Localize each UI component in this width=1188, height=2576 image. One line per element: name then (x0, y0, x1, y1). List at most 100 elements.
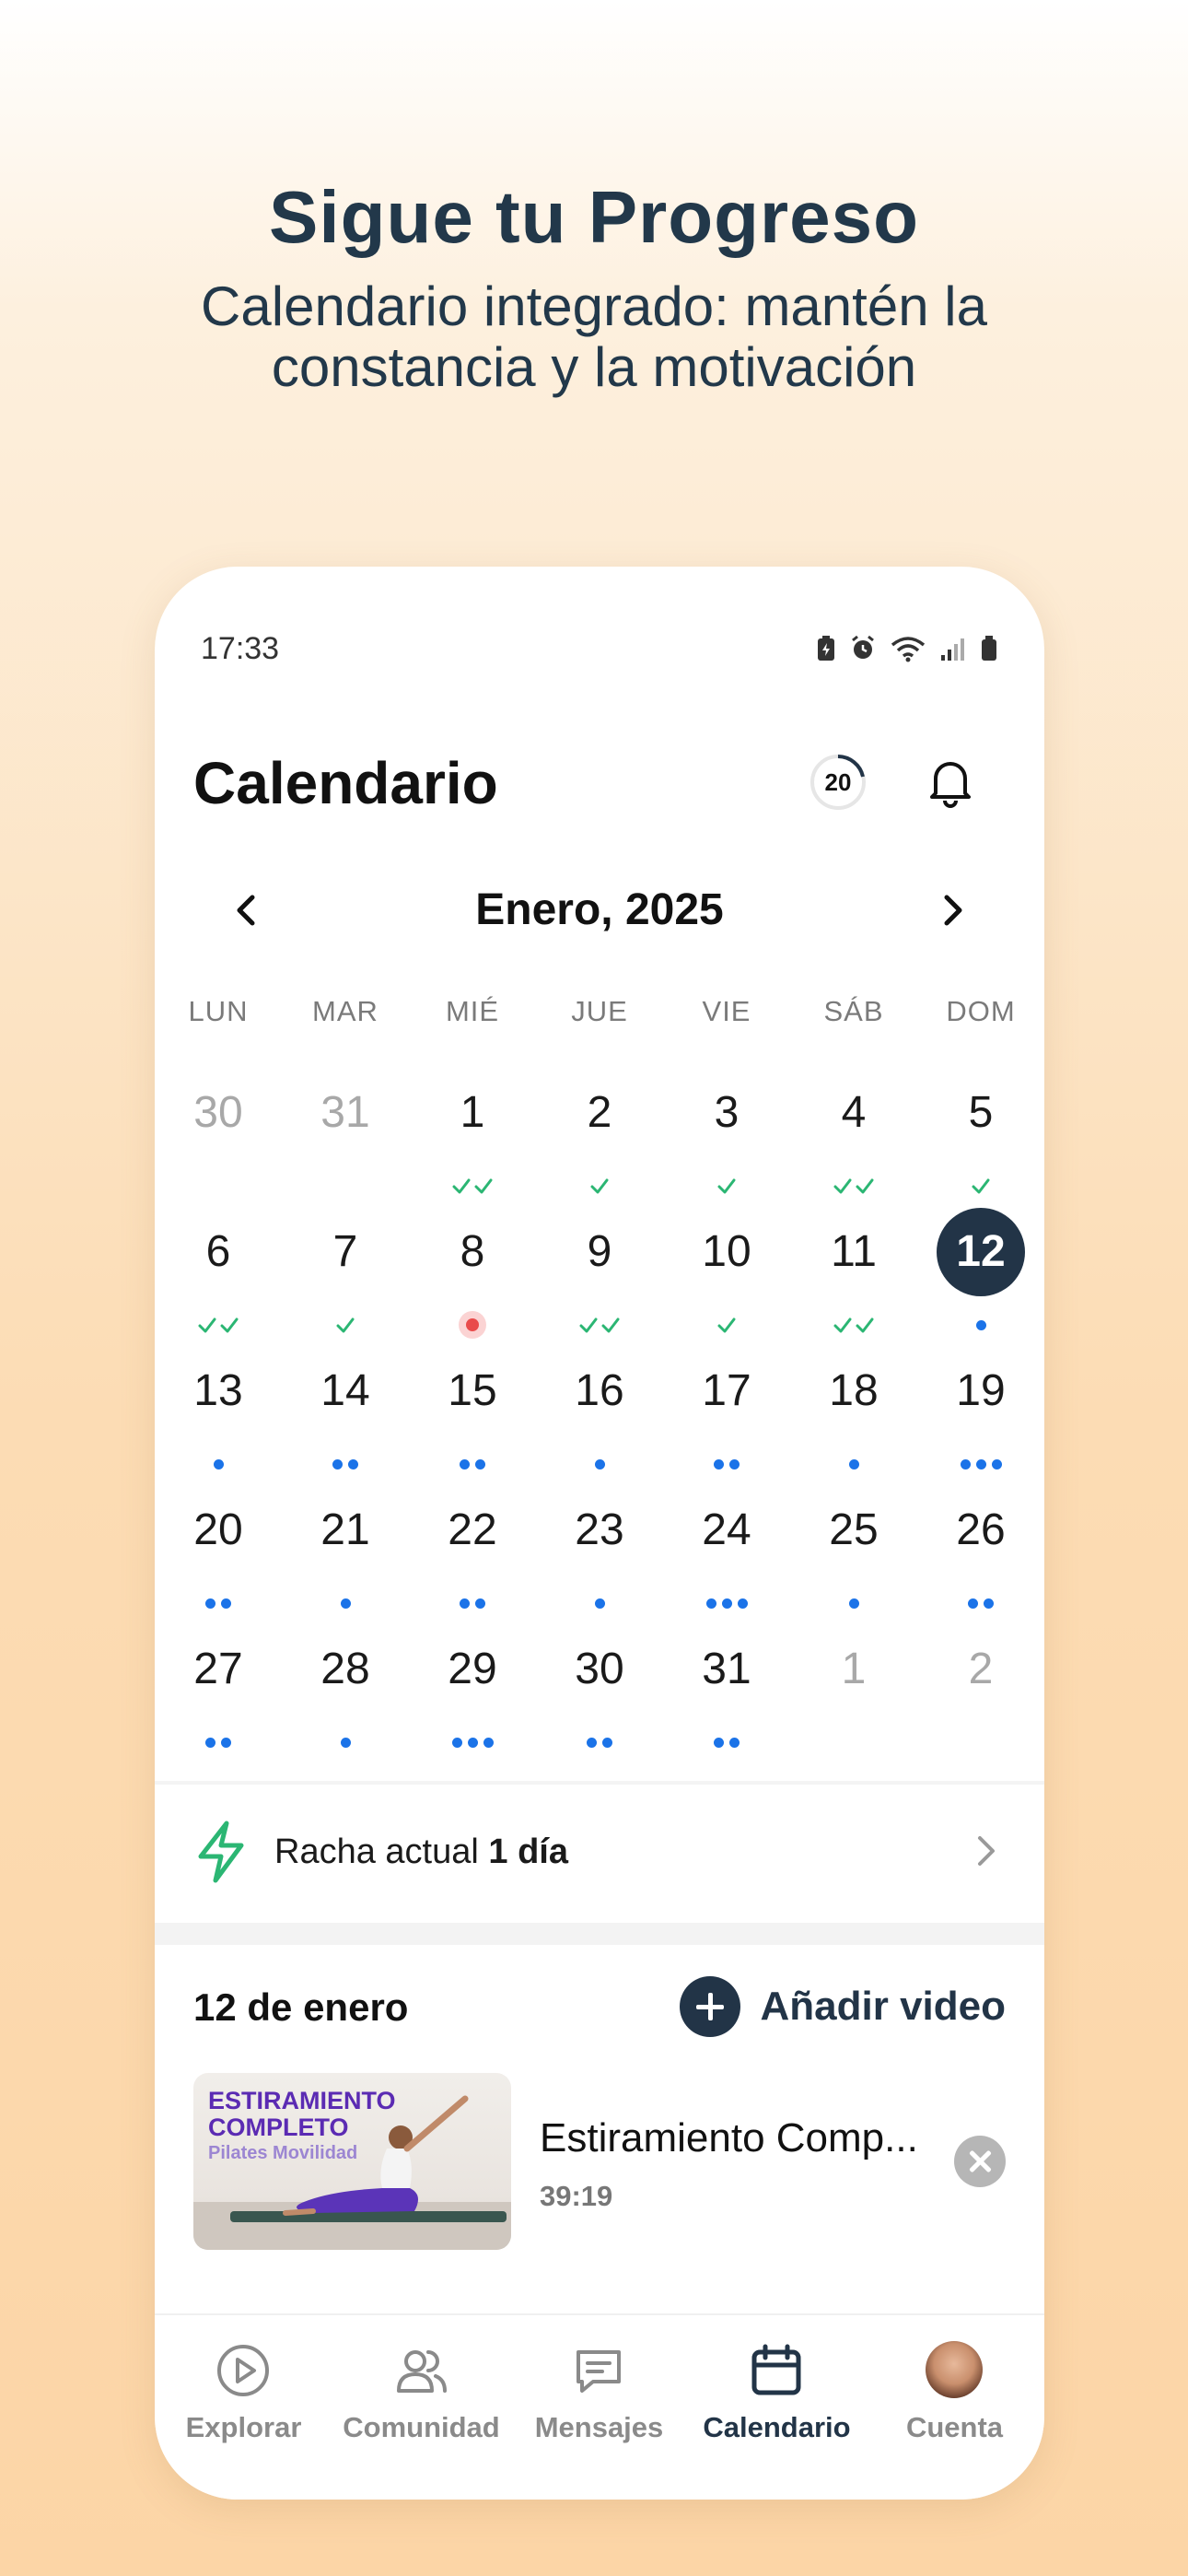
day-number: 3 (714, 1088, 740, 1137)
calendar-day[interactable]: 7 (282, 1208, 409, 1347)
scheduled-dot (205, 1737, 215, 1748)
scheduled-dot (968, 1598, 978, 1609)
tab-explorar[interactable]: Explorar (155, 2315, 332, 2500)
phone-screen: 17:33 Calendario 20 Enero, 2025 LUN MAR … (155, 567, 1044, 2500)
scheduled-dot (221, 1737, 231, 1748)
calendar-day[interactable]: 31 (663, 1625, 790, 1764)
scheduled-dots (790, 1450, 917, 1478)
completed-check-icon (790, 1172, 917, 1200)
calendar-day[interactable]: 8 (409, 1208, 536, 1347)
month-label: Enero, 2025 (475, 885, 724, 934)
calendar-day[interactable]: 16 (536, 1347, 663, 1486)
weekday-label: SÁB (823, 995, 884, 1027)
scheduled-dot (340, 1598, 351, 1609)
calendar-day[interactable]: 26 (917, 1486, 1044, 1625)
remove-video-button[interactable] (954, 2136, 1006, 2187)
calendar-day[interactable]: 30 (155, 1069, 282, 1208)
status-bar: 17:33 (201, 631, 998, 677)
day-number: 9 (587, 1227, 612, 1276)
scheduled-dots (663, 1728, 790, 1756)
calendar-day[interactable]: 25 (790, 1486, 917, 1625)
calendar-day[interactable]: 27 (155, 1625, 282, 1764)
notifications-bell-icon[interactable] (921, 753, 980, 812)
add-video-button[interactable]: Añadir video (679, 1976, 1006, 2037)
video-card[interactable]: ESTIRAMIENTO COMPLETO Pilates Movilidad … (193, 2073, 1006, 2257)
calendar-day[interactable]: 3 (663, 1069, 790, 1208)
calendar-day[interactable]: 2 (536, 1069, 663, 1208)
day-number: 8 (460, 1227, 485, 1276)
scheduled-dot (705, 1598, 716, 1609)
scheduled-dot (340, 1737, 351, 1748)
missed-indicator (409, 1311, 536, 1339)
scheduled-dots (155, 1728, 282, 1756)
scheduled-dots (409, 1589, 536, 1617)
calendar-day[interactable]: 30 (536, 1625, 663, 1764)
scheduled-dot (587, 1737, 597, 1748)
calendar-day[interactable]: 6 (155, 1208, 282, 1347)
scheduled-dots (917, 1450, 1044, 1478)
tab-comunidad[interactable]: Comunidad (332, 2315, 510, 2500)
streak-text: Racha actual 1 día (274, 1832, 568, 1872)
day-number: 18 (829, 1366, 879, 1415)
calendar-day[interactable]: 13 (155, 1347, 282, 1486)
calendar-day[interactable]: 15 (409, 1347, 536, 1486)
scheduled-dot (460, 1458, 470, 1469)
day-number: 19 (956, 1366, 1006, 1415)
calendar-day[interactable]: 5 (917, 1069, 1044, 1208)
streak-progress-ring[interactable]: 20 (809, 753, 868, 812)
pilates-figure-illustration (230, 2095, 507, 2222)
calendar-week-row: 30 31 1 2 3 4 5 (155, 1069, 1044, 1208)
day-number: 2 (968, 1645, 994, 1693)
streak-ring-value: 20 (824, 768, 852, 796)
weekday-label: DOM (946, 995, 1016, 1027)
calendar-day[interactable]: 1 (409, 1069, 536, 1208)
calendar-day[interactable]: 23 (536, 1486, 663, 1625)
completed-check-icon (536, 1172, 663, 1200)
calendar-day[interactable]: 24 (663, 1486, 790, 1625)
calendar-day[interactable]: 1 (790, 1625, 917, 1764)
weekday-header: LUN MAR MIÉ JUE VIE SÁB DOM (155, 995, 1044, 1028)
calendar-day[interactable]: 14 (282, 1347, 409, 1486)
calendar-day[interactable]: 4 (790, 1069, 917, 1208)
scheduled-dots (409, 1450, 536, 1478)
calendar-day[interactable]: 11 (790, 1208, 917, 1347)
video-title[interactable]: Estiramiento Comp... (540, 2115, 936, 2161)
scheduled-dots (917, 1311, 1044, 1339)
avatar (926, 2341, 983, 2398)
calendar-day[interactable]: 2 (917, 1625, 1044, 1764)
scheduled-dots (282, 1728, 409, 1756)
calendar-day-today[interactable]: 12 (917, 1208, 1044, 1347)
video-thumbnail[interactable]: ESTIRAMIENTO COMPLETO Pilates Movilidad (193, 2073, 511, 2250)
calendar-day[interactable]: 18 (790, 1347, 917, 1486)
calendar-day[interactable]: 9 (536, 1208, 663, 1347)
hero-title: Sigue tu Progreso (269, 176, 919, 258)
scheduled-dots (282, 1589, 409, 1617)
calendar-day[interactable]: 22 (409, 1486, 536, 1625)
tab-calendario[interactable]: Calendario (688, 2315, 866, 2500)
day-number: 6 (205, 1227, 231, 1276)
day-number: 24 (702, 1505, 751, 1554)
selected-day-title: 12 de enero (193, 1985, 409, 2029)
calendar-day[interactable]: 20 (155, 1486, 282, 1625)
day-number: 20 (193, 1505, 243, 1554)
scheduled-dots (155, 1589, 282, 1617)
next-month-chevron-icon[interactable] (925, 883, 980, 938)
scheduled-dot (451, 1737, 462, 1748)
calendar-day[interactable]: 19 (917, 1347, 1044, 1486)
weekday-label: LUN (188, 995, 249, 1027)
status-time: 17:33 (201, 631, 280, 666)
completed-check-icon (917, 1172, 1044, 1200)
tab-mensajes[interactable]: Mensajes (510, 2315, 688, 2500)
calendar-week-row: 13 14 15 16 17 18 19 (155, 1347, 1044, 1486)
calendar-day[interactable]: 28 (282, 1625, 409, 1764)
completed-check-icon (282, 1311, 409, 1339)
calendar-day[interactable]: 29 (409, 1625, 536, 1764)
tab-cuenta[interactable]: Cuenta (866, 2315, 1043, 2500)
calendar-day[interactable]: 31 (282, 1069, 409, 1208)
calendar-day[interactable]: 10 (663, 1208, 790, 1347)
calendar-day[interactable]: 17 (663, 1347, 790, 1486)
calendar-day[interactable]: 21 (282, 1486, 409, 1625)
scheduled-dot (475, 1458, 485, 1469)
scheduled-dots (663, 1589, 790, 1617)
current-streak-row[interactable]: Racha actual 1 día (155, 1785, 1044, 1923)
